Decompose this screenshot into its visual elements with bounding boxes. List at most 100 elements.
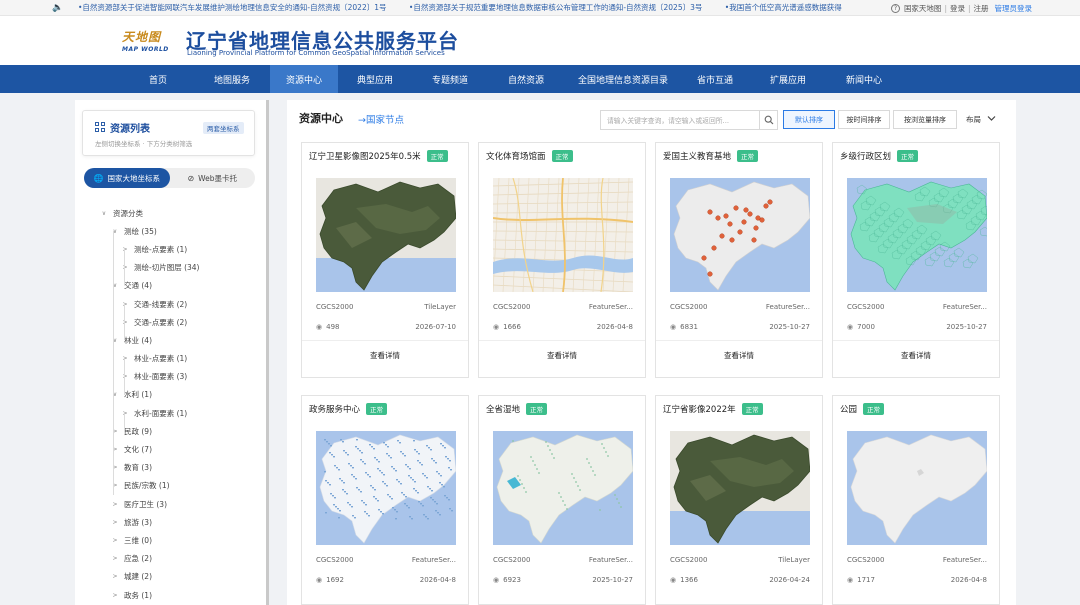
tree-node[interactable]: > 水利-面要素 (1) xyxy=(75,404,265,422)
service-type: FeatureSer... xyxy=(411,556,456,564)
tree-node[interactable]: > 三维 (0) xyxy=(75,531,265,549)
publish-date: 2026-04-8 xyxy=(596,323,633,331)
tree-node[interactable]: > 政务 (1) xyxy=(75,586,265,604)
nav-item-catalog[interactable]: 全国地理信息资源目录 xyxy=(564,65,682,93)
search-button[interactable] xyxy=(759,111,777,129)
tianditu-logo[interactable]: 天地图 MAP WORLD xyxy=(122,28,174,56)
resource-card[interactable]: 政务服务中心 正常 CGCS2000 FeatureSer... ◉ 1692 2026-0… xyxy=(301,395,469,605)
nav-item-news[interactable]: 新闻中心 xyxy=(828,65,900,93)
map-thumbnail[interactable] xyxy=(670,431,810,545)
card-title[interactable]: 辽宁省影像2022年 xyxy=(663,403,736,415)
view-detail-button[interactable]: 查看详情 xyxy=(302,350,468,361)
resource-card[interactable]: 辽宁省影像2022年 正常 CGCS2000 TileLayer ◉ 1366 2026-0… xyxy=(655,395,823,605)
tree-node[interactable]: > 林业-面要素 (3) xyxy=(75,368,265,386)
resource-card[interactable]: 全省湿地 正常 CGCS2000 FeatureSer... ◉ 6923 2025-10-… xyxy=(478,395,646,605)
tree-node[interactable]: > 文化 (7) xyxy=(75,440,265,458)
layout-select[interactable]: 布局 xyxy=(966,114,996,125)
card-divider xyxy=(479,340,645,341)
notice-item[interactable]: •我国首个低空高光谱遥感数据获得 xyxy=(725,3,842,12)
card-title[interactable]: 文化体育场馆面 xyxy=(486,150,546,162)
sort-default-button[interactable]: 默认排序 xyxy=(783,110,835,129)
tree-node[interactable]: > 民政 (9) xyxy=(75,422,265,440)
chevron-right-icon: > xyxy=(122,318,128,326)
sort-time-button[interactable]: 按时间排序 xyxy=(838,110,890,129)
nav-item-extension[interactable]: 扩展应用 xyxy=(748,65,828,93)
national-node-link[interactable]: →国家节点 xyxy=(358,112,404,126)
tree-node[interactable]: > 测绘-切片图层 (34) xyxy=(75,259,265,277)
tab-cgcs2000[interactable]: 🌐 国家大地坐标系 xyxy=(84,168,170,188)
nav-item-natural-resources[interactable]: 自然资源 xyxy=(488,65,564,93)
view-detail-button[interactable]: 查看详情 xyxy=(479,350,645,361)
tree-guide-line xyxy=(124,414,125,432)
nav-item-home[interactable]: 首页 xyxy=(122,65,194,93)
nav-item-province-city[interactable]: 省市互通 xyxy=(682,65,748,93)
tree-node-label: 民族/宗教 (1) xyxy=(124,481,170,491)
map-thumbnail[interactable] xyxy=(670,178,810,292)
admin-login-link[interactable]: 管理员登录 xyxy=(995,3,1033,14)
map-thumbnail[interactable] xyxy=(493,431,633,545)
search-input[interactable]: 请输入关键字查询，请空输入或返回所... xyxy=(601,115,759,125)
resource-card[interactable]: 公园 正常 CGCS2000 FeatureSer... ◉ 1717 2026-04-8 xyxy=(832,395,1000,605)
card-stats: ◉ 6831 2025-10-27 xyxy=(670,323,810,331)
tree-node[interactable]: ∨ 林业 (4) xyxy=(75,331,265,349)
tree-node[interactable]: > 民族/宗教 (1) xyxy=(75,477,265,495)
map-thumbnail[interactable] xyxy=(847,431,987,545)
tree-node[interactable]: > 医疗卫生 (3) xyxy=(75,495,265,513)
tree-node[interactable]: ∨ 测绘 (35) xyxy=(75,222,265,240)
compass-icon: ⊘ xyxy=(187,173,195,183)
card-title[interactable]: 全省湿地 xyxy=(486,403,520,415)
card-title[interactable]: 政务服务中心 xyxy=(309,403,360,415)
tree-node[interactable]: > 交通-线要素 (2) xyxy=(75,295,265,313)
card-header: 爱国主义教育基地 正常 xyxy=(663,150,759,162)
nav-item-topic[interactable]: 专题频道 xyxy=(412,65,488,93)
publish-date: 2026-04-8 xyxy=(950,576,987,584)
notice-item[interactable]: •自然资源部关于规范重要地理信息数据审核公布管理工作的通知-自然资规〔2025〕… xyxy=(409,3,703,12)
resource-card[interactable]: 爱国主义教育基地 正常 CGCS2000 FeatureSer... ◉ 6831 2025… xyxy=(655,142,823,378)
nav-item-map-service[interactable]: 地图服务 xyxy=(194,65,270,93)
status-badge: 正常 xyxy=(897,150,919,162)
status-badge: 正常 xyxy=(526,403,548,415)
login-link[interactable]: 登录 xyxy=(950,3,965,14)
card-title[interactable]: 辽宁卫星影像图2025年0.5米 xyxy=(309,150,421,162)
tree-node[interactable]: > 应急 (2) xyxy=(75,550,265,568)
view-detail-button[interactable]: 查看详情 xyxy=(833,350,999,361)
card-title[interactable]: 爱国主义教育基地 xyxy=(663,150,731,162)
tree-node[interactable]: ∨ 水利 (1) xyxy=(75,386,265,404)
resource-card[interactable]: 乡级行政区划 正常 CGCS2000 FeatureSer... ◉ 7000 2025-1… xyxy=(832,142,1000,378)
tree-node[interactable]: ∨ 交通 (4) xyxy=(75,277,265,295)
map-thumbnail[interactable] xyxy=(316,178,456,292)
chevron-right-icon: > xyxy=(122,373,128,381)
tree-node[interactable]: > 教育 (3) xyxy=(75,459,265,477)
map-thumbnail[interactable] xyxy=(847,178,987,292)
publish-date: 2025-10-27 xyxy=(946,323,987,331)
crs-label: CGCS2000 xyxy=(847,556,885,564)
resource-card[interactable]: 辽宁卫星影像图2025年0.5米 正常 CGCS2000 TileLayer ◉ 498 2… xyxy=(301,142,469,378)
card-meta: CGCS2000 TileLayer xyxy=(670,556,810,564)
card-title[interactable]: 公园 xyxy=(840,403,857,415)
notice-item[interactable]: •自然资源部关于促进智能网联汽车发展维护测绘地理信息安全的通知-自然资规〔202… xyxy=(78,3,387,12)
tree-node[interactable]: ∨ 资源分类 xyxy=(75,204,265,222)
register-link[interactable]: 注册 xyxy=(974,3,989,14)
view-detail-button[interactable]: 查看详情 xyxy=(656,350,822,361)
crs-label: CGCS2000 xyxy=(493,556,531,564)
tree-node[interactable]: > 旅游 (3) xyxy=(75,513,265,531)
sort-views-button[interactable]: 按浏览量排序 xyxy=(893,110,957,129)
eye-icon: ◉ xyxy=(493,323,500,331)
tree-node[interactable]: > 测绘-点要素 (1) xyxy=(75,240,265,258)
nav-item-resource-center[interactable]: 资源中心 xyxy=(270,65,338,93)
card-title[interactable]: 乡级行政区划 xyxy=(840,150,891,162)
service-type: FeatureSer... xyxy=(942,556,987,564)
view-count: 1366 xyxy=(680,576,698,584)
site-link[interactable]: 国家天地图 xyxy=(904,3,942,14)
map-thumbnail[interactable] xyxy=(316,431,456,545)
tree-node[interactable]: > 交通-点要素 (2) xyxy=(75,313,265,331)
resource-card[interactable]: 文化体育场馆面 正常 CGCS2000 FeatureSer... ◉ 1666 2026-… xyxy=(478,142,646,378)
tree-node[interactable]: > 林业-点要素 (1) xyxy=(75,350,265,368)
tree-node[interactable]: > 城建 (2) xyxy=(75,568,265,586)
nav-item-typical-app[interactable]: 典型应用 xyxy=(338,65,412,93)
map-thumbnail[interactable] xyxy=(493,178,633,292)
card-meta: CGCS2000 FeatureSer... xyxy=(493,556,633,564)
chevron-right-icon: > xyxy=(122,355,128,363)
tab-web-mercator[interactable]: ⊘ Web墨卡托 xyxy=(170,168,256,188)
service-type: TileLayer xyxy=(424,303,456,311)
